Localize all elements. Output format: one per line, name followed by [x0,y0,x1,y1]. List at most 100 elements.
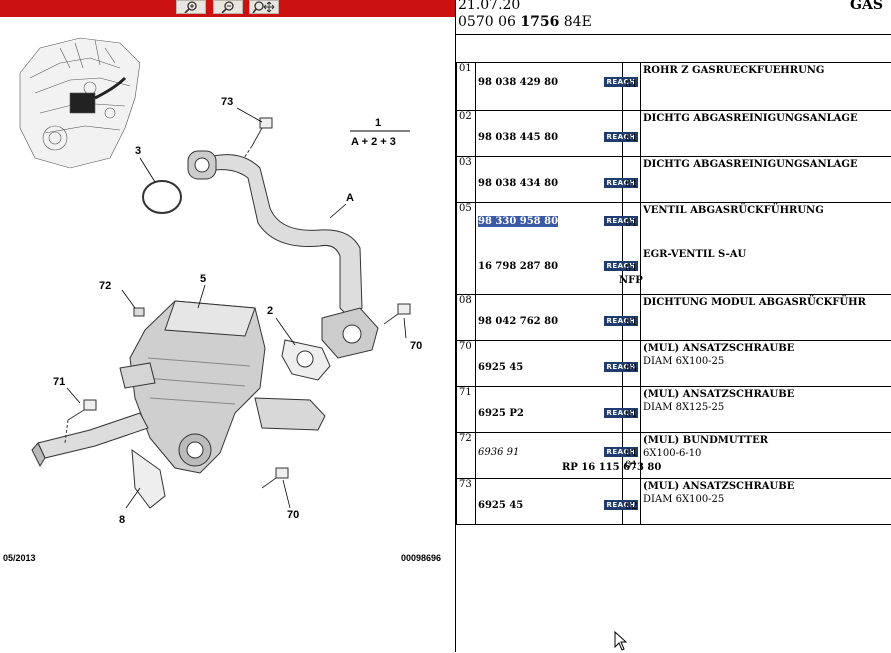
quantity-cell: 01 [623,157,641,203]
quantity-cell: 02 [623,479,641,525]
outlet-pipe [32,413,148,466]
row-index: 73 [459,479,472,490]
row-index-cell: 71 [457,387,476,433]
row-index-cell: 02 [457,111,476,157]
reference-cell: 6925 45REACH [476,341,623,387]
part-row[interactable]: 726936 91REACHRP 16 115 673 800101(MUL) … [457,433,891,479]
row-index-cell: 03 [457,157,476,203]
part-reference[interactable]: 6925 45 [478,500,523,511]
part-description-alt: EGR-VENTIL S-AU [643,249,746,260]
callout-70-upper: 70 [410,340,422,352]
reference-cell: 98 038 445 80REACH [476,111,623,157]
diagram-toolbar [0,0,455,17]
part-reference[interactable]: 98 042 762 80 [478,316,558,327]
part-row[interactable]: 0198 038 429 80REACH01ROHR Z GASRUECKFUE… [457,63,891,111]
description-cell: (MUL) ANSATZSCHRAUBEDIAM 6X100-25 [641,341,891,387]
parts-table: 0198 038 429 80REACH01ROHR Z GASRUECKFUE… [456,62,891,525]
callout-72: 72 [99,280,111,292]
part-row[interactable]: 02 98 038 445 80REACH01 DICHTG ABGASREINIG… [457,111,891,157]
description-cell: VENTIL ABGASRÜCKFÜHRUNGEGR-VENTIL S-AU [641,203,891,295]
part-description: (MUL) BUNDMUTTER [643,435,768,446]
row-index-cell: 05 [457,203,476,295]
row-index: 71 [459,387,472,398]
row-index-cell: 70 [457,341,476,387]
header-rule [456,34,891,35]
diagram-pane: 73 3 1 A + 2 + 3 A 5 72 2 70 71 8 70 05/… [0,0,455,652]
diagram-date: 05/2013 [3,553,36,563]
part-description: (MUL) ANSATZSCHRAUBE [643,389,794,400]
part-quantity: 01 [625,409,638,420]
part-quantity: 01 [625,133,638,144]
row-index: 70 [459,341,472,352]
part-reference[interactable]: 6925 P2 [478,408,524,419]
zoom-out-button[interactable] [213,0,243,14]
part-description-detail: DIAM 6X100-25 [643,494,724,505]
header-reference: 0570 06 1756 84E [458,14,592,30]
part-row[interactable]: 0598 330 958 80REACH16 798 287 80REACHNF… [457,203,891,295]
gasket-3 [143,181,181,213]
part-quantity: 01 [625,460,638,471]
part-description: DICHTG ABGASREINIGUNGSANLAGE [643,159,858,170]
part-reference[interactable]: 98 330 958 80 [478,216,558,227]
row-index-cell: 01 [457,63,476,111]
part-description-detail: DIAM 8X125-25 [643,402,724,413]
ref-bold: 1756 [520,14,559,30]
part-quantity: 01 [625,179,638,190]
mouse-cursor-icon [614,631,628,653]
quantity-cell: 0101 [623,203,641,295]
row-index: 08 [459,295,472,306]
reference-cell: 6936 91REACHRP 16 115 673 80 [476,433,623,479]
part-description-detail: 6X100-6-10 [643,448,701,459]
zoom-out-icon [220,1,236,13]
quantity-cell: 01 [623,295,641,341]
part-row[interactable]: 736925 45REACH02(MUL) ANSATZSCHRAUBEDIAM… [457,479,891,525]
part-reference[interactable]: 6936 91 [478,447,519,458]
part-reference[interactable]: 98 038 445 80 [478,132,558,143]
zoom-pan-icon [252,1,276,13]
reference-cell: 98 038 434 80REACH [476,157,623,203]
description-cell: (MUL) ANSATZSCHRAUBE DIAM 8X125-25 [641,387,891,433]
row-index: 72 [459,433,472,444]
egr-valve [120,301,325,473]
part-reference[interactable]: 98 038 434 80 [478,178,558,189]
description-cell: (MUL) BUNDMUTTER 6X100-6-10 [641,433,891,479]
callout-a-2-3: A + 2 + 3 [351,136,396,148]
gasket-2 [282,340,330,380]
reference-cell: 98 038 429 80REACH [476,63,623,111]
part-description: (MUL) ANSATZSCHRAUBE [643,481,794,492]
reference-cell: 98 042 762 80REACH [476,295,623,341]
part-reference[interactable]: 16 798 287 80 [478,261,558,272]
row-index-cell: 72 [457,433,476,479]
part-row[interactable]: 70 6925 45REACH04(MUL) ANSATZSCHRAUBEDIAM… [457,341,891,387]
zoom-pan-button[interactable] [249,0,279,14]
callout-a: A [346,192,354,204]
gasket-8 [132,450,165,508]
part-reference[interactable]: 6925 45 [478,362,523,373]
part-row[interactable]: 0898 042 762 80REACH01DICHTUNG MODUL ABG… [457,295,891,341]
part-quantity: 01 [625,448,638,459]
description-cell: DICHTG ABGASREINIGUNGSANLAGE [641,157,891,203]
part-quantity: 04 [625,363,638,374]
callout-73: 73 [221,96,233,108]
row-index: 02 [459,111,472,122]
callout-70-lower: 70 [287,509,299,521]
callout-2: 2 [267,305,273,317]
quantity-cell: 01 [623,111,641,157]
part-description: DICHTG ABGASREINIGUNGSANLAGE [643,113,858,124]
nut-72 [134,308,144,316]
zoom-in-button[interactable] [176,0,206,14]
parts-list-pane: 21.07.20 0570 06 1756 84E GAS 0198 038 4… [456,0,891,652]
part-quantity: 01 [625,218,638,229]
row-index: 03 [459,157,472,168]
callout-8: 8 [119,514,125,526]
engine-thumbnail [20,38,140,168]
part-row[interactable]: 716925 P2REACH01(MUL) ANSATZSCHRAUBEDIAM… [457,387,891,433]
parts-diagram: 73 3 1 A + 2 + 3 A 5 72 2 70 71 8 70 [0,18,455,548]
callout-5: 5 [200,273,206,285]
row-index: 01 [459,63,472,74]
part-row[interactable]: 03 98 038 434 80REACH01 DICHTG ABGASREINIG… [457,157,891,203]
quantity-cell: 01 [623,387,641,433]
quantity-cell: 0101 [623,433,641,479]
reference-cell: 98 330 958 80REACH16 798 287 80REACHNFP [476,203,623,295]
part-reference[interactable]: 98 038 429 80 [478,77,558,88]
